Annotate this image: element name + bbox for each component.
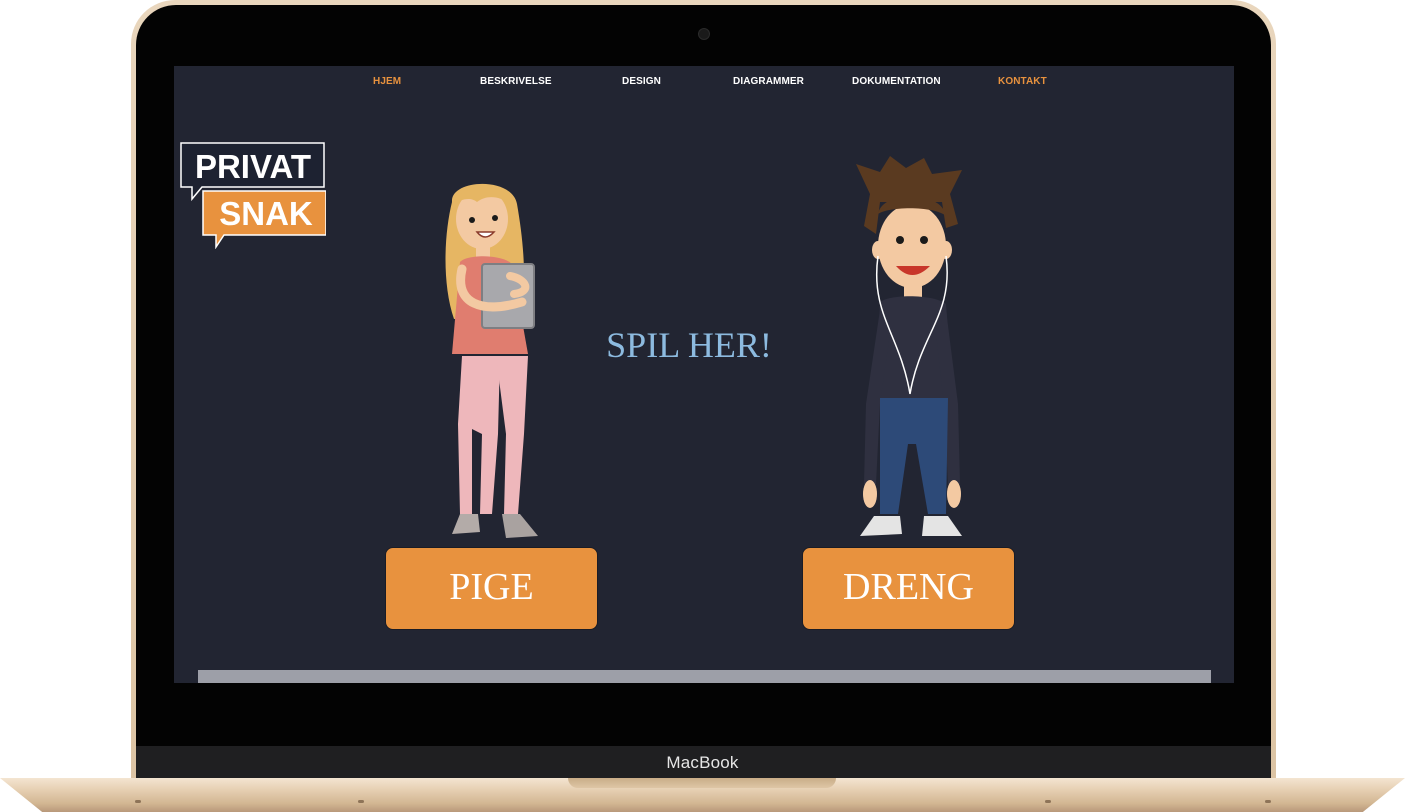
bottom-scrollbar[interactable] (198, 670, 1211, 683)
website-screen: HJEM BESKRIVELSE DESIGN DIAGRAMMER DOKUM… (174, 66, 1234, 683)
laptop-notch (568, 778, 836, 788)
boy-character-illustration (856, 156, 962, 536)
nav-item-diagrammer[interactable]: DIAGRAMMER (733, 76, 804, 87)
girl-character-illustration (445, 183, 538, 538)
laptop-foot (135, 800, 141, 803)
play-here-heading: SPIL HER! (606, 325, 772, 365)
girl-button[interactable]: PIGE (385, 547, 598, 630)
laptop-foot (358, 800, 364, 803)
logo-line2: SNAK (219, 195, 313, 232)
top-nav: HJEM BESKRIVELSE DESIGN DIAGRAMMER DOKUM… (174, 66, 1234, 100)
nav-item-hjem[interactable]: HJEM (373, 76, 401, 87)
nav-item-dokumentation[interactable]: DOKUMENTATION (852, 76, 941, 87)
logo-line1: PRIVAT (195, 148, 311, 185)
nav-item-kontakt[interactable]: KONTAKT (998, 76, 1047, 87)
boy-button[interactable]: DRENG (802, 547, 1015, 630)
camera-icon (699, 29, 709, 39)
device-brand-label: MacBook (666, 753, 739, 772)
laptop-foot (1045, 800, 1051, 803)
privat-snak-logo[interactable]: PRIVAT SNAK (178, 141, 326, 249)
laptop-foot (1265, 800, 1271, 803)
nav-item-design[interactable]: DESIGN (622, 76, 661, 87)
nav-item-beskrivelse[interactable]: BESKRIVELSE (480, 76, 552, 87)
